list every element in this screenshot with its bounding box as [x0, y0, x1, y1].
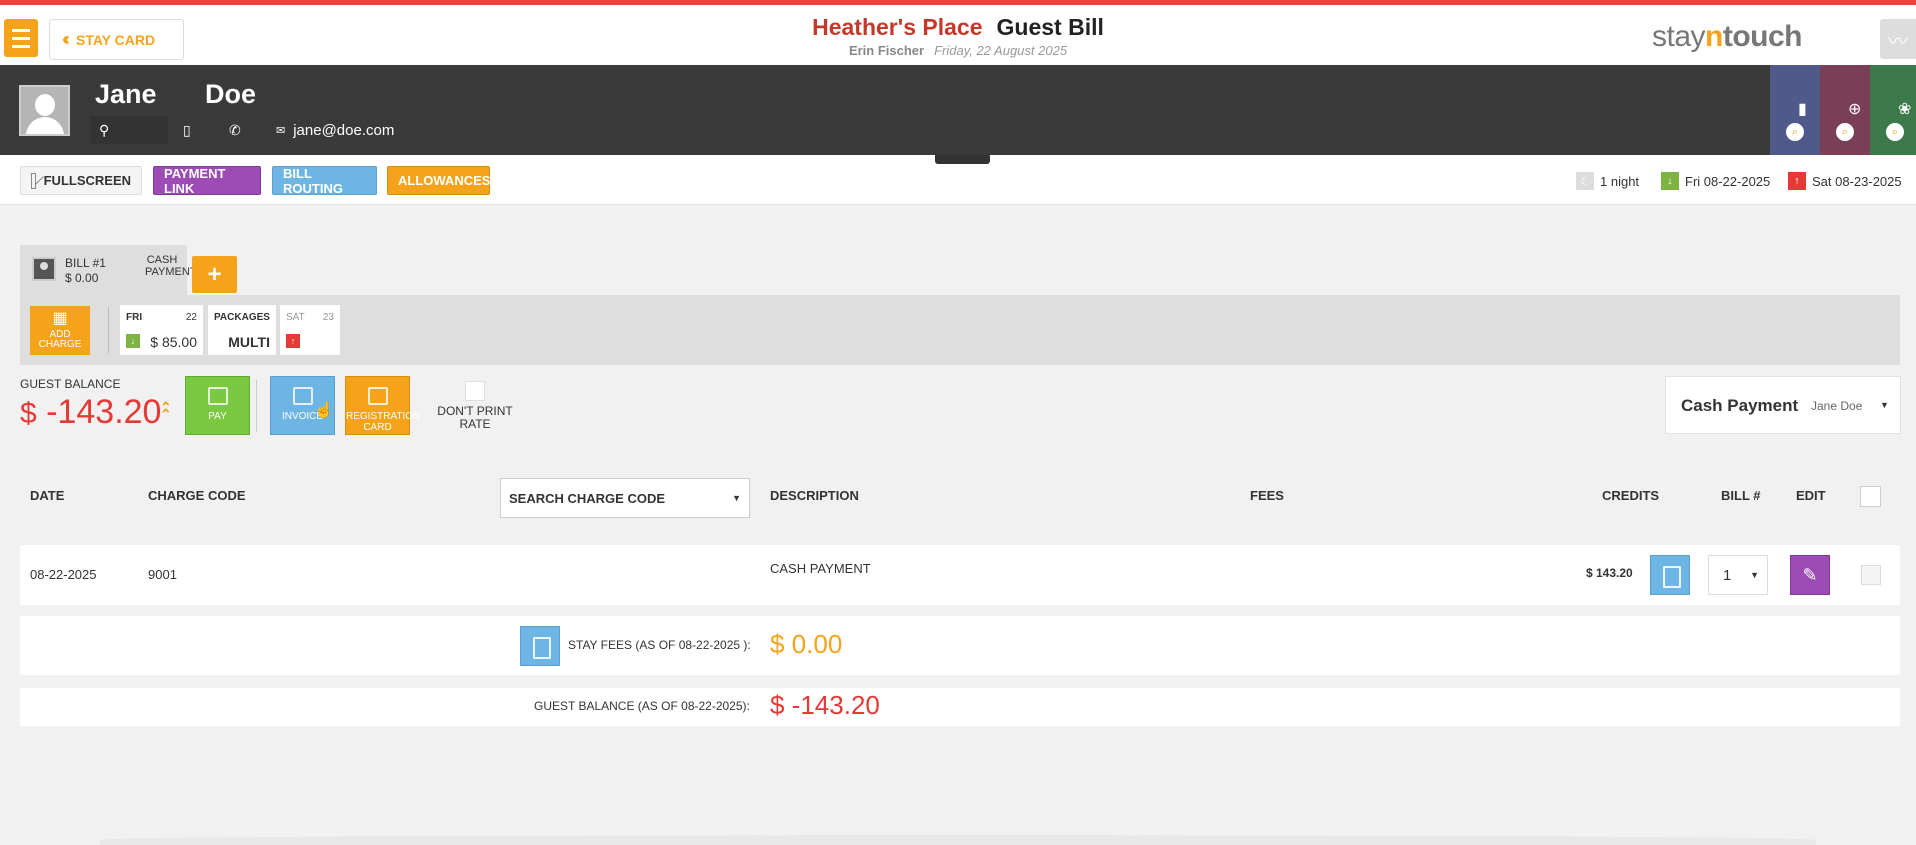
envelope-icon: ✉ [276, 125, 286, 137]
row-description: CASH PAYMENT [770, 561, 871, 576]
caret-down-icon: ▼ [732, 493, 741, 503]
departure-arrow-icon: ↑ [286, 334, 300, 348]
invoice-icon [292, 387, 313, 405]
top-header: ‹‹ STAY CARD Heather's Place Guest Bill E… [0, 0, 1916, 65]
guest-header: Jane Doe ⚲ ▯ ✆ ✉ jane@doe.com ▮ ⌕ ⊕ ⌕ ❀ ⌕ [0, 65, 1916, 155]
row-invoice-button[interactable] [1650, 555, 1690, 595]
arrival-arrow-icon: ↓ [126, 334, 140, 348]
caret-down-icon: ▼ [1880, 400, 1889, 410]
stay-fees-value: $ 0.00 [770, 629, 843, 659]
stay-arrival: ↓ Fri 08-22-2025 [1661, 172, 1770, 190]
col-header-fees: FEES [1250, 488, 1284, 503]
col-header-edit: EDIT [1796, 488, 1826, 503]
avatar[interactable] [19, 85, 70, 136]
registration-card-button[interactable]: REGISTRATION CARD [345, 376, 420, 435]
guest-balance-summary-label: GUEST BALANCE (AS OF 08-22-2025): [534, 699, 750, 713]
business-date: Friday, 22 August 2025 [934, 43, 1068, 58]
col-header-charge-code: CHARGE CODE [148, 488, 246, 503]
page-title-block: Heather's Place Guest Bill Erin Fischer Fr… [0, 14, 1916, 58]
day-card-packages[interactable]: PACKAGES MULTI [208, 305, 276, 355]
payment-link-button[interactable]: PAYMENT LINK [153, 166, 261, 196]
bill-guest-icon [32, 257, 56, 281]
search-icon: ⌕ [1836, 123, 1854, 141]
guest-last-name: Doe [205, 79, 257, 109]
printer-icon [367, 387, 388, 405]
group-icon: ❀ [1898, 101, 1912, 118]
search-icon: ⌕ [1786, 123, 1804, 141]
dont-print-rate-checkbox[interactable] [465, 381, 485, 401]
stay-day-strip: ▦ ADD CHARGE FRI 22 ↓ $ 85.00 PACKAGES M… [20, 295, 1900, 365]
guest-balance-summary-value: $ -143.20 [770, 690, 880, 720]
bill-amount: $ 0.00 [65, 271, 99, 285]
guest-balance-label: GUEST BALANCE [20, 377, 121, 391]
header-pull-tab[interactable] [935, 155, 990, 164]
hand-cursor-icon: ☝ [314, 402, 334, 419]
mobile-phone-icon: ▯ [183, 122, 191, 138]
hotel-name: Heather's Place [812, 14, 983, 40]
stay-fees-summary: STAY FEES (AS OF 08-22-2025 ): $ 0.00 [20, 616, 1900, 675]
calculator-icon: ▦ [52, 310, 68, 327]
payment-method-title: Cash Payment [1681, 396, 1799, 415]
bill-tab-1[interactable]: BILL #1 $ 0.00 CASH PAYMENT [20, 245, 197, 297]
guest-email-text: jane@doe.com [293, 122, 395, 139]
map-pin-icon: ⚲ [99, 122, 110, 138]
wallet-icon [207, 387, 228, 405]
caret-down-icon: ▼ [1750, 570, 1759, 580]
tab-group-card[interactable]: ❀ ⌕ [1870, 65, 1916, 155]
pulse-icon: 〰 [1888, 30, 1908, 53]
activity-log-button[interactable]: 〰 [1880, 19, 1916, 59]
day-amount: $ 85.00 [150, 334, 197, 350]
user-name: Erin Fischer [848, 43, 925, 58]
pay-button[interactable]: PAY [185, 376, 250, 435]
stayntouch-logo: stayntouch [1652, 20, 1803, 53]
row-edit-button[interactable]: ✎ [1790, 555, 1830, 595]
row-date: 08-22-2025 [30, 567, 97, 582]
guest-balance-summary: GUEST BALANCE (AS OF 08-22-2025): $ -143… [20, 688, 1900, 726]
stay-nights: ☾ 1 night [1576, 172, 1639, 190]
globe-icon: ⊕ [1848, 101, 1862, 118]
stay-fees-label: STAY FEES (AS OF 08-22-2025 ): [568, 638, 751, 652]
row-bill-select[interactable]: 1 ▼ [1708, 555, 1768, 595]
double-chevron-up-icon[interactable]: ⌃ ⌃ [160, 400, 172, 421]
building-icon: ▮ [1798, 101, 1807, 118]
bill-number: BILL #1 [65, 256, 106, 270]
phone-icon: ✆ [229, 122, 241, 138]
select-all-checkbox[interactable] [1860, 486, 1881, 507]
table-row: 08-22-2025 9001 CASH PAYMENT $ 143.20 1 … [20, 545, 1900, 605]
moon-icon: ☾ [1576, 172, 1594, 190]
row-checkbox[interactable] [1861, 565, 1881, 585]
allowances-button[interactable]: ALLOWANCES [387, 166, 490, 195]
side-tabs: ▮ ⌕ ⊕ ⌕ ❀ ⌕ [1770, 65, 1916, 155]
payment-method-guest: Jane Doe [1811, 399, 1863, 413]
guest-email: ✉ jane@doe.com [276, 122, 394, 139]
row-charge-code: 9001 [148, 567, 177, 582]
col-header-date: DATE [30, 488, 65, 503]
bill-routing-button[interactable]: BILL ROUTING [272, 166, 377, 196]
guest-balance-amount: $ -143.20 [20, 393, 162, 431]
bill-payment-type: CASH PAYMENT [145, 254, 197, 278]
col-header-description: DESCRIPTION [770, 488, 859, 503]
tab-company-card[interactable]: ▮ ⌕ [1770, 65, 1820, 155]
stay-departure: ↑ Sat 08-23-2025 [1788, 172, 1902, 190]
pencil-icon: ✎ [1802, 565, 1818, 585]
guest-first-name: Jane [95, 79, 157, 109]
payment-method-dropdown[interactable]: Cash Payment Jane Doe ▼ [1665, 376, 1901, 434]
add-bill-button[interactable]: + [192, 256, 237, 293]
stay-fees-invoice-button[interactable] [520, 626, 560, 666]
expand-icon [31, 172, 36, 189]
col-header-credits: CREDITS [1602, 488, 1660, 503]
dont-print-rate-label: DON'T PRINT RATE [437, 404, 513, 431]
fullscreen-button[interactable]: FULLSCREEN [20, 166, 142, 195]
add-charge-button[interactable]: ▦ ADD CHARGE [30, 306, 90, 355]
departure-arrow-icon: ↑ [1788, 172, 1806, 190]
search-charge-code-select[interactable]: SEARCH CHARGE CODE ▼ [500, 478, 750, 518]
row-credits: $ 143.20 [1586, 566, 1633, 580]
col-header-bill: BILL # [1721, 488, 1761, 503]
tab-travel-agent-card[interactable]: ⊕ ⌕ [1820, 65, 1870, 155]
day-card-fri[interactable]: FRI 22 ↓ $ 85.00 [120, 305, 203, 355]
page-title: Guest Bill [996, 14, 1104, 40]
arrival-arrow-icon: ↓ [1661, 172, 1679, 190]
search-icon: ⌕ [1886, 123, 1904, 141]
day-card-sat[interactable]: SAT 23 ↑ [280, 305, 340, 355]
